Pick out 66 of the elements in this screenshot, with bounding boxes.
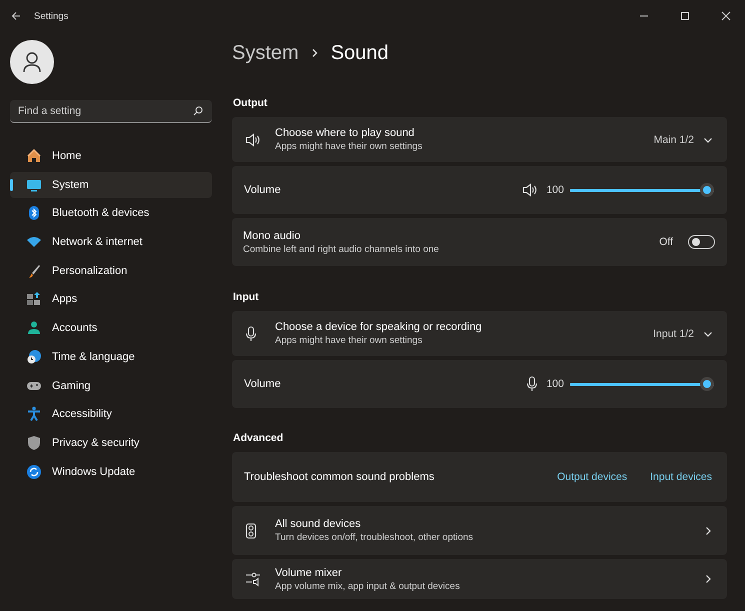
section-heading: Advanced: [233, 432, 284, 444]
close-icon: [721, 11, 731, 21]
toggle-switch[interactable]: [688, 235, 715, 249]
page-title: Sound: [330, 42, 389, 64]
speaker-icon: [245, 132, 261, 146]
setting-label: Volume: [244, 184, 281, 196]
microphone-icon: [526, 376, 538, 392]
search-field[interactable]: Find a setting: [10, 100, 212, 123]
setting-description: Combine left and right audio channels into one: [243, 244, 439, 254]
chevron-right-icon: [703, 526, 713, 536]
search-icon: [193, 106, 203, 116]
window-title: Settings: [34, 10, 68, 22]
sidebar-item[interactable]: Windows Update: [10, 458, 212, 485]
setting-title: All sound devices: [275, 518, 362, 530]
setting-title: Choose a device for speaking or recording: [275, 321, 482, 333]
sync-icon: [26, 464, 42, 480]
mixer-icon: [245, 571, 261, 587]
volume-reading: 100: [546, 184, 564, 196]
link[interactable]: Input devices: [650, 471, 712, 483]
sidebar-item[interactable]: Apps: [10, 286, 212, 312]
setting-description: Apps might have their own settings: [275, 141, 422, 152]
sidebar-item[interactable]: Personalization: [10, 258, 212, 284]
setting-label: Troubleshoot common sound problems: [244, 471, 434, 483]
setting-label: Volume: [244, 378, 281, 390]
setting-description: Apps might have their own settings: [275, 335, 424, 346]
sidebar-item[interactable]: Accessibility: [10, 401, 212, 428]
sidebar-item[interactable]: Accounts: [10, 315, 212, 342]
accessibility-icon: [26, 406, 42, 422]
bluetooth-icon: [26, 205, 42, 222]
globe-clock-icon: [26, 348, 42, 365]
setting-title: Mono audio: [243, 230, 302, 242]
toggle-state: Off: [659, 236, 673, 248]
section-heading: Output: [233, 97, 268, 109]
slider-thumb[interactable]: [700, 377, 714, 391]
volume-reading: 100: [546, 378, 564, 390]
sidebar-item[interactable]: Privacy & security: [10, 430, 212, 456]
chevron-right-icon: [310, 48, 319, 58]
speaker-device-icon: [245, 522, 257, 538]
breadcrumb-parent[interactable]: System: [232, 42, 299, 64]
person-icon: [22, 51, 42, 73]
setting-description: App volume mix, app input & output devices: [275, 580, 460, 592]
setting-title: Choose where to play sound: [275, 127, 416, 139]
sidebar-item[interactable]: Network & internet: [10, 229, 212, 256]
person-icon: [26, 320, 42, 336]
back-arrow-icon: [11, 11, 21, 21]
apps-icon: [26, 291, 42, 308]
slider-thumb[interactable]: [700, 183, 714, 197]
home-icon: [26, 148, 42, 164]
selection-indicator: [10, 178, 13, 191]
shield-icon: [26, 434, 42, 451]
chevron-right-icon: [703, 574, 713, 584]
maximize-icon: [680, 11, 690, 21]
sidebar-item[interactable]: Bluetooth & devices: [10, 200, 212, 226]
setting-description: Turn devices on/off, troubleshoot, other options: [275, 532, 474, 543]
sidebar-item[interactable]: System: [10, 172, 212, 198]
sidebar-item[interactable]: Gaming: [10, 372, 212, 398]
avatar[interactable]: [10, 40, 54, 84]
link[interactable]: Output devices: [557, 471, 628, 483]
speaker-icon: [522, 183, 538, 197]
setting-title: Volume mixer: [275, 566, 343, 578]
microphone-icon: [245, 326, 257, 342]
sidebar-item[interactable]: Home: [10, 143, 212, 169]
sidebar-item[interactable]: Time & language: [10, 344, 212, 370]
device-dropdown[interactable]: Input 1/2: [653, 326, 713, 342]
device-dropdown[interactable]: Main 1/2: [654, 132, 713, 148]
section-heading: Input: [233, 291, 260, 303]
